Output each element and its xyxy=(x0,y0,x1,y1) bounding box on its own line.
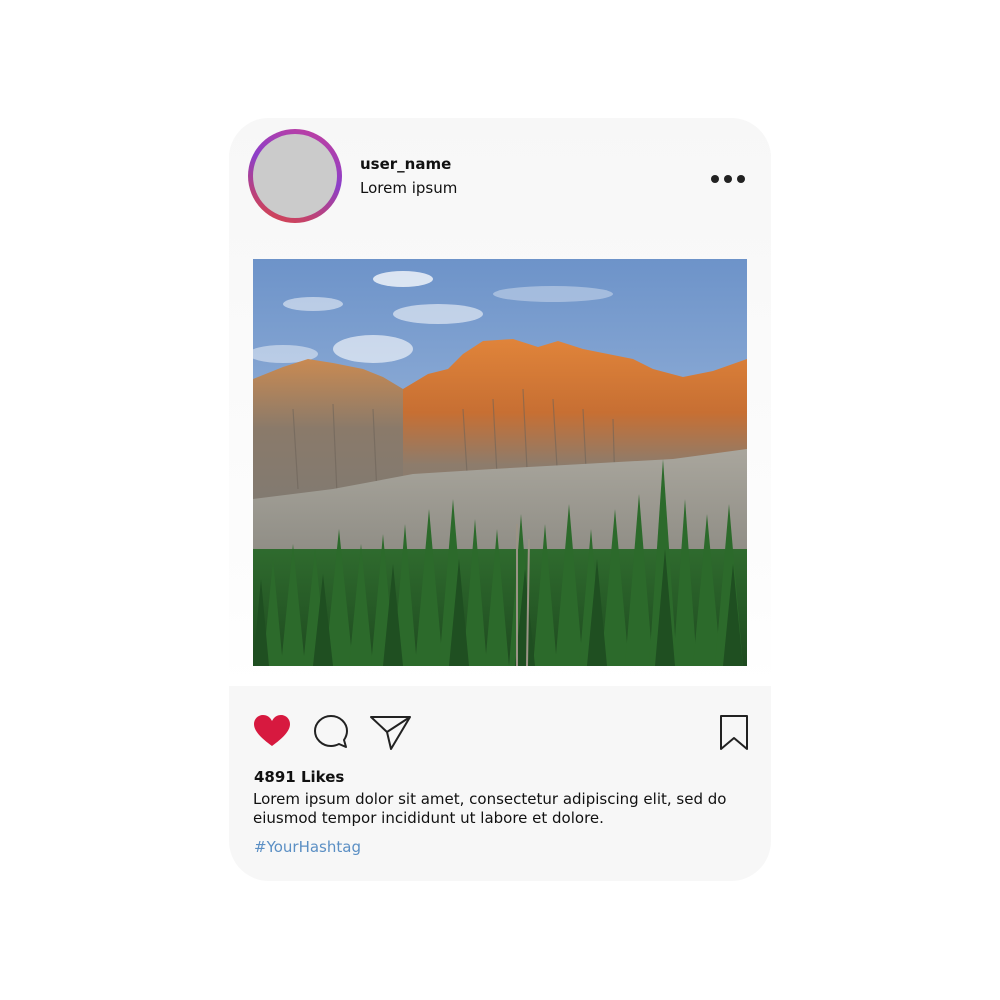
post-location: Lorem ipsum xyxy=(360,179,458,197)
more-options-icon[interactable] xyxy=(707,168,749,190)
avatar-story-ring[interactable] xyxy=(248,129,342,223)
send-icon[interactable] xyxy=(369,714,413,756)
comment-icon[interactable] xyxy=(313,714,349,754)
avatar[interactable] xyxy=(253,134,337,218)
likes-count[interactable]: 4891 Likes xyxy=(254,768,344,786)
heart-icon[interactable] xyxy=(253,714,291,752)
username[interactable]: user_name xyxy=(360,155,451,173)
post-actions-bar xyxy=(229,698,771,768)
bookmark-icon[interactable] xyxy=(719,714,749,756)
post-caption: Lorem ipsum dolor sit amet, consectetur … xyxy=(253,790,727,827)
post-card: user_name Lorem ipsum 4891 Likes Lorem i… xyxy=(229,118,771,881)
hashtag-link[interactable]: #YourHashtag xyxy=(254,838,361,856)
post-image[interactable] xyxy=(253,259,747,666)
